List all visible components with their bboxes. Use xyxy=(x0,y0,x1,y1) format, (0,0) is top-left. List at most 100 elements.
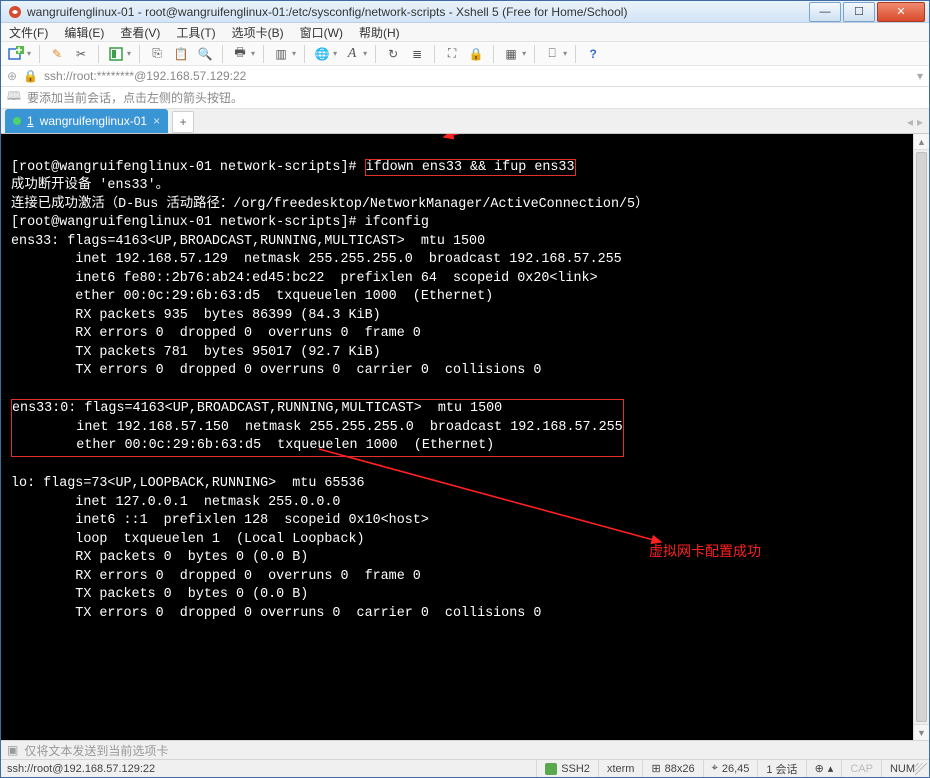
separator xyxy=(304,45,305,63)
terminal-line: inet6 ::1 prefixlen 128 scopeid 0x10<hos… xyxy=(11,513,429,528)
terminal[interactable]: [root@wangruifenglinux-01 network-script… xyxy=(1,134,929,740)
minimize-button[interactable]: — xyxy=(809,2,841,22)
close-button[interactable]: ✕ xyxy=(877,2,925,22)
terminal-line: TX errors 0 dropped 0 overruns 0 carrier… xyxy=(11,363,541,378)
dropdown-caret-icon[interactable]: ▾ xyxy=(363,49,367,58)
send-target-icon[interactable]: ▣ xyxy=(7,743,18,757)
terminal-line: RX errors 0 dropped 0 overruns 0 frame 0 xyxy=(11,569,421,584)
separator xyxy=(493,45,494,63)
find-icon[interactable]: 🔍 xyxy=(196,45,214,63)
chevron-up-icon: ▴ xyxy=(828,762,834,775)
dropdown-caret-icon[interactable]: ▾ xyxy=(251,49,255,58)
scroll-thumb[interactable] xyxy=(916,152,927,722)
dropdown-caret-icon[interactable]: ▾ xyxy=(27,49,31,58)
menu-tab[interactable]: 选项卡(B) xyxy=(232,24,284,41)
globe-icon[interactable]: 🌐 xyxy=(313,45,331,63)
status-dot-icon xyxy=(13,117,21,125)
dropdown-caret-icon[interactable]: ▾ xyxy=(127,49,131,58)
tab-scroll-left-icon[interactable]: ◂ xyxy=(907,115,913,129)
resize-grip-icon[interactable] xyxy=(915,763,927,775)
new-tab-button[interactable]: + xyxy=(172,111,194,133)
send-bar-text: 仅将文本发送到当前选项卡 xyxy=(24,742,168,759)
dropdown-caret-icon[interactable]: ▾ xyxy=(522,49,526,58)
tab-index: 1 xyxy=(27,114,34,128)
refresh-icon[interactable]: ↻ xyxy=(384,45,402,63)
copy-icon[interactable]: ⎘ xyxy=(148,45,166,63)
terminal-line: [root@wangruifenglinux-01 network-script… xyxy=(11,159,576,176)
font-icon[interactable]: A xyxy=(343,45,361,63)
fullscreen-icon[interactable]: ⛶ xyxy=(443,45,461,63)
window-controls: — ☐ ✕ xyxy=(807,2,925,22)
status-connection: ssh://root@192.168.57.129:22 xyxy=(7,763,536,775)
sessions-panel-icon[interactable]: ▥ xyxy=(272,45,290,63)
layout-icon[interactable]: ▦ xyxy=(502,45,520,63)
properties-icon[interactable] xyxy=(107,45,125,63)
menu-edit[interactable]: 编辑(E) xyxy=(64,24,104,41)
dropdown-caret-icon[interactable]: ▾ xyxy=(333,49,337,58)
separator xyxy=(222,45,223,63)
tab-close-icon[interactable]: × xyxy=(153,114,160,128)
terminal-line: TX packets 781 bytes 95017 (92.7 KiB) xyxy=(11,345,381,360)
status-sessions: 1 会话 xyxy=(757,760,805,777)
disconnect-icon[interactable]: ✂ xyxy=(72,45,90,63)
status-tray[interactable]: ⊕▴ xyxy=(806,760,842,777)
separator xyxy=(139,45,140,63)
tab-label: wangruifenglinux-01 xyxy=(40,114,147,128)
hint-bar: 🕮 要添加当前会话，点击左侧的箭头按钮。 xyxy=(1,87,929,109)
terminal-blank xyxy=(11,382,19,397)
terminal-line: ens33: flags=4163<UP,BROADCAST,RUNNING,M… xyxy=(11,234,485,249)
menu-window[interactable]: 窗口(W) xyxy=(300,24,343,41)
maximize-button[interactable]: ☐ xyxy=(843,2,875,22)
lock-icon[interactable]: 🔒 xyxy=(467,45,485,63)
arrow-mid-icon xyxy=(311,444,671,554)
separator xyxy=(375,45,376,63)
menubar: 文件(F) 编辑(E) 查看(V) 工具(T) 选项卡(B) 窗口(W) 帮助(… xyxy=(1,23,929,42)
print-icon[interactable]: 🖶 xyxy=(231,45,249,63)
terminal-line: ens33:0: flags=4163<UP,BROADCAST,RUNNING… xyxy=(12,401,502,416)
tab-scroll-controls: ◂ ▸ xyxy=(907,115,923,129)
terminal-line: RX packets 0 bytes 0 (0.0 B) xyxy=(11,550,308,565)
script-icon[interactable]: ≣ xyxy=(408,45,426,63)
terminal-line: ether 00:0c:29:6b:63:d5 txqueuelen 1000 … xyxy=(11,289,493,304)
shield-icon xyxy=(545,763,557,775)
plus-icon: ⊕ xyxy=(815,762,824,775)
vertical-scrollbar[interactable]: ▲ ▼ xyxy=(913,134,929,740)
terminal-line: inet 192.168.57.129 netmask 255.255.255.… xyxy=(11,252,622,267)
tab-scroll-right-icon[interactable]: ▸ xyxy=(917,115,923,129)
terminal-line: 成功断开设备 'ens33'。 xyxy=(11,178,169,193)
status-term-type: xterm xyxy=(598,760,643,777)
separator xyxy=(575,45,576,63)
terminal-line: loop txqueuelen 1 (Local Loopback) xyxy=(11,532,365,547)
address-plus-icon[interactable]: ⊕ xyxy=(7,69,17,83)
grid-icon: ⊞ xyxy=(651,762,660,775)
encoding-icon[interactable]: ⎕ xyxy=(543,45,561,63)
status-ssh: SSH2 xyxy=(536,760,598,777)
menu-tools[interactable]: 工具(T) xyxy=(176,24,215,41)
titlebar[interactable]: wangruifenglinux-01 - root@wangruifengli… xyxy=(1,1,929,23)
terminal-container: [root@wangruifenglinux-01 network-script… xyxy=(1,134,929,740)
address-caret-icon[interactable]: ▾ xyxy=(917,69,923,83)
new-session-icon[interactable] xyxy=(7,45,25,63)
highlight-box-cmd: ifdown ens33 && ifup ens33 xyxy=(365,159,576,176)
menu-help[interactable]: 帮助(H) xyxy=(359,24,400,41)
toolbar: ▾ ✎ ✂ ▾ ⎘ 📋 🔍 🖶 ▾ ▥ ▾ 🌐 ▾ A ▾ ↻ ≣ ⛶ 🔒 ▦ … xyxy=(1,42,929,66)
scroll-up-icon[interactable]: ▲ xyxy=(914,134,929,150)
address-text[interactable]: ssh://root:********@192.168.57.129:22 xyxy=(44,69,911,83)
separator xyxy=(98,45,99,63)
dropdown-caret-icon[interactable]: ▾ xyxy=(563,49,567,58)
bookmark-add-icon[interactable]: 🕮 xyxy=(7,91,21,105)
help-icon[interactable]: ? xyxy=(584,45,602,63)
send-bar: ▣ 仅将文本发送到当前选项卡 xyxy=(1,740,929,759)
session-tab[interactable]: 1 wangruifenglinux-01 × xyxy=(5,109,168,133)
dropdown-caret-icon[interactable]: ▾ xyxy=(292,49,296,58)
paste-icon[interactable]: 📋 xyxy=(172,45,190,63)
separator xyxy=(534,45,535,63)
scroll-down-icon[interactable]: ▼ xyxy=(914,724,929,740)
status-size: ⊞88x26 xyxy=(642,760,702,777)
address-bar: ⊕ 🔒 ssh://root:********@192.168.57.129:2… xyxy=(1,66,929,87)
terminal-line: inet 127.0.0.1 netmask 255.0.0.0 xyxy=(11,495,340,510)
reconnect-icon[interactable]: ✎ xyxy=(48,45,66,63)
menu-file[interactable]: 文件(F) xyxy=(9,24,48,41)
menu-view[interactable]: 查看(V) xyxy=(120,24,160,41)
terminal-line: TX packets 0 bytes 0 (0.0 B) xyxy=(11,587,308,602)
